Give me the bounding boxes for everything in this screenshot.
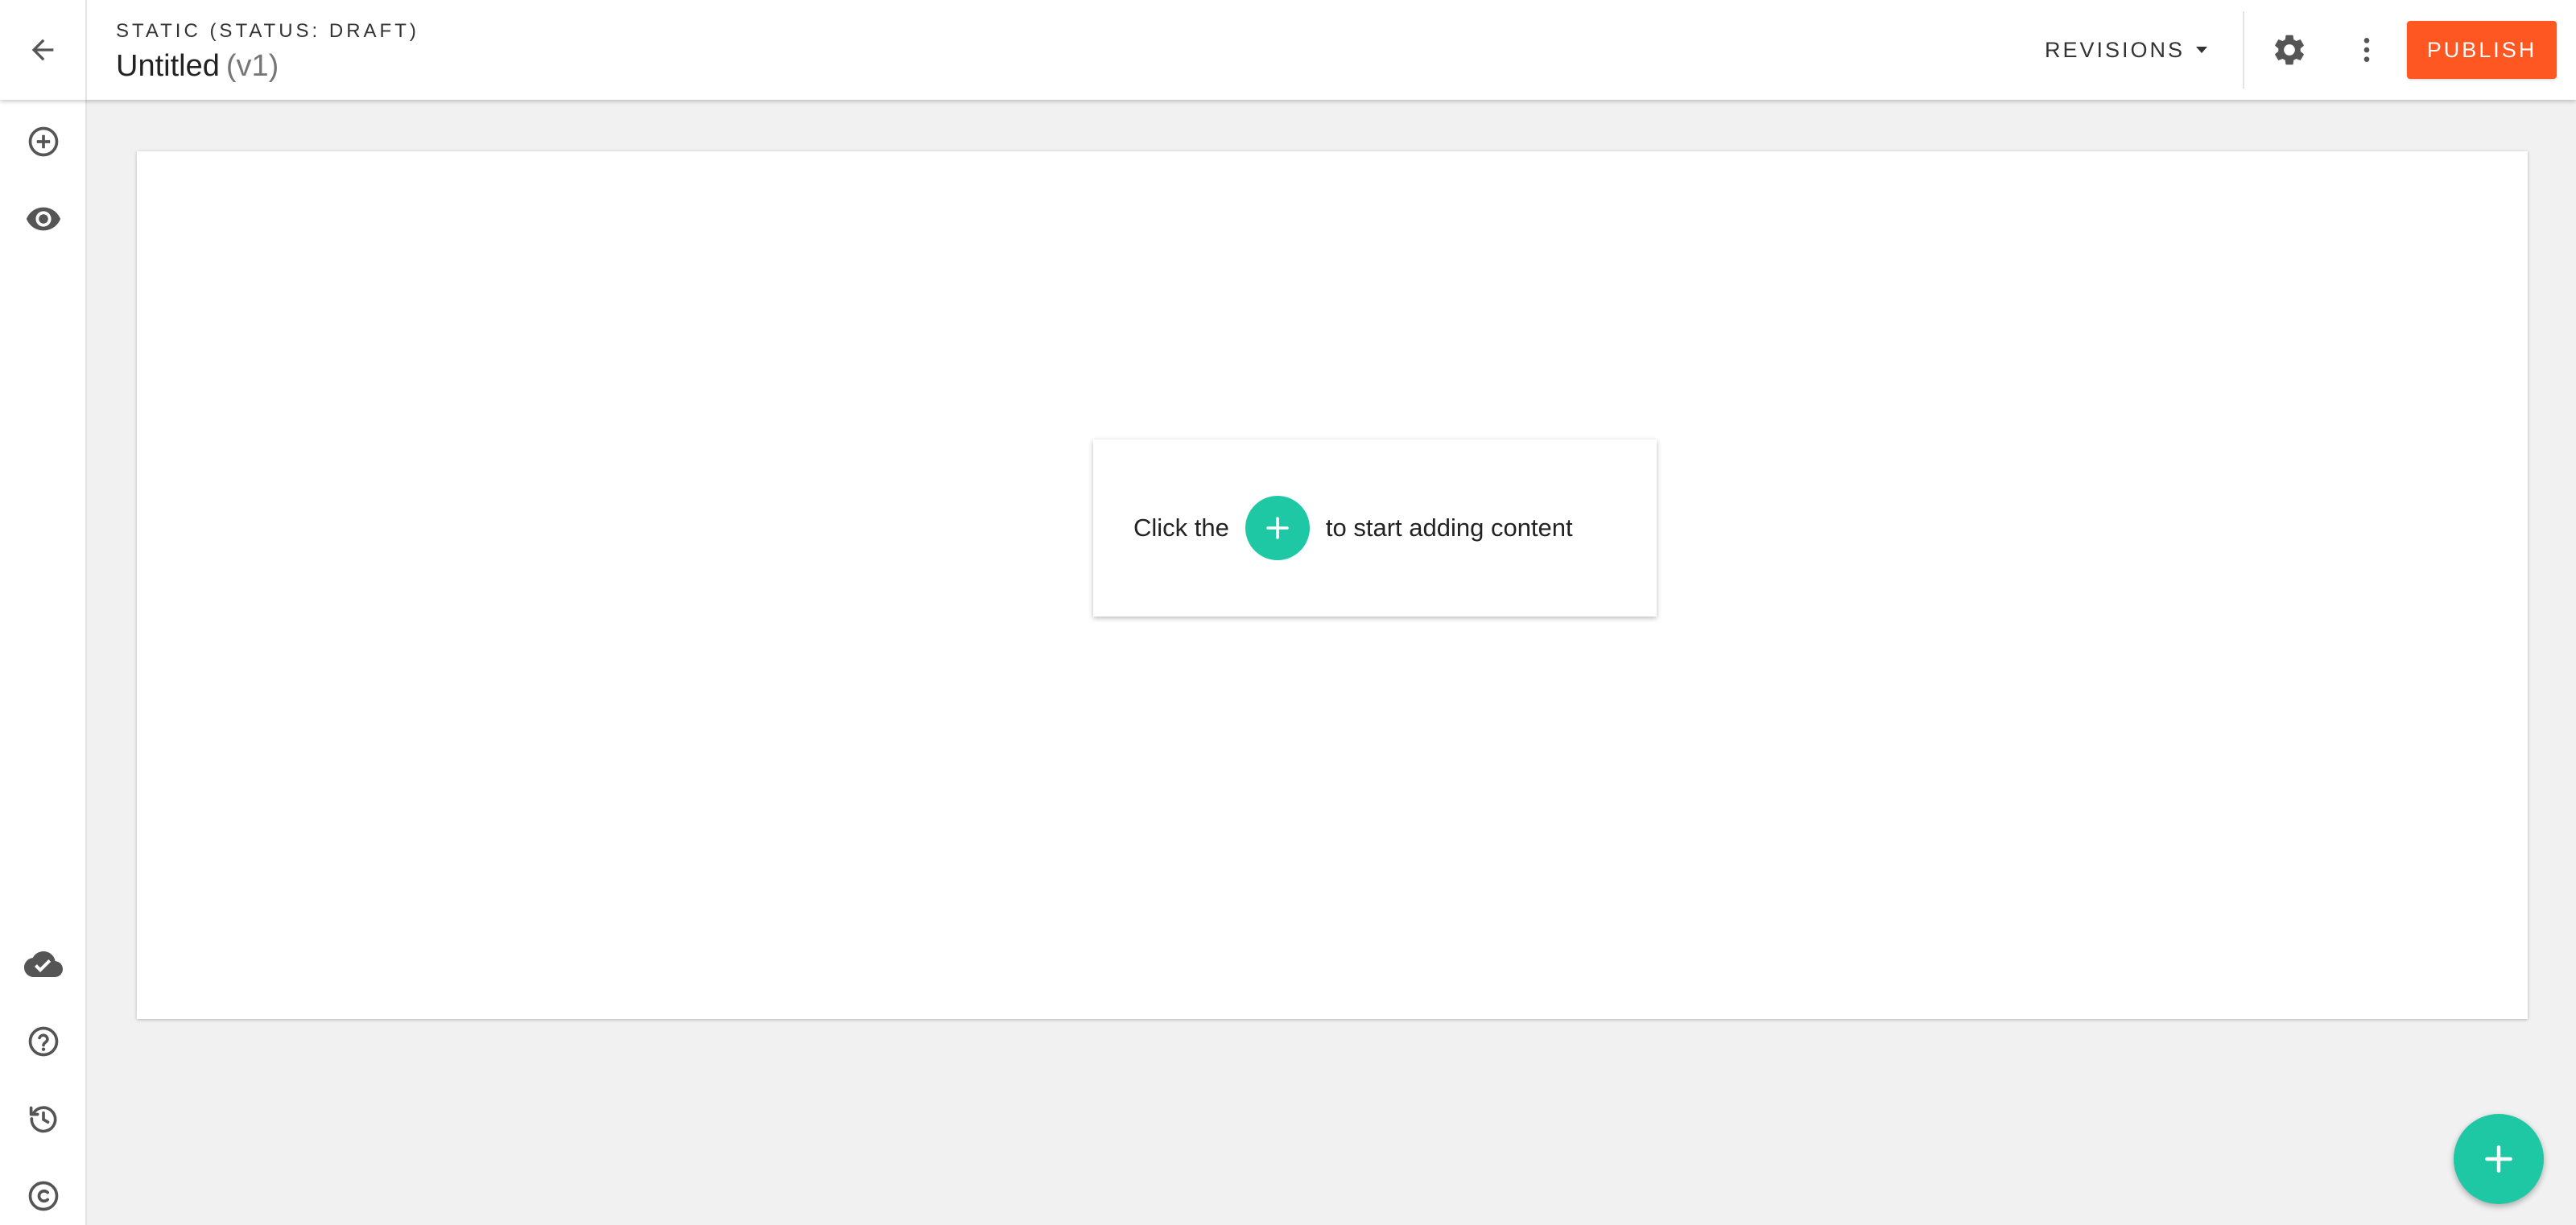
plus-icon — [2481, 1141, 2516, 1177]
add-circle-icon — [26, 124, 61, 159]
arrow-left-icon — [27, 34, 59, 66]
more-vertical-icon — [2351, 34, 2383, 66]
publish-button[interactable]: PUBLISH — [2407, 21, 2557, 79]
gear-icon — [2271, 31, 2308, 68]
eye-icon — [25, 200, 62, 237]
hint-text-after: to start adding content — [1325, 514, 1573, 542]
back-button[interactable] — [0, 0, 87, 100]
more-options-button[interactable] — [2344, 26, 2389, 74]
settings-button[interactable] — [2265, 26, 2314, 74]
help-button[interactable] — [19, 1017, 68, 1066]
history-button[interactable] — [19, 1095, 68, 1143]
help-icon — [26, 1024, 61, 1059]
cloud-check-icon — [24, 945, 63, 984]
saved-status-button[interactable] — [19, 940, 68, 988]
caret-down-icon — [2196, 47, 2208, 53]
page-title[interactable]: Untitled — [116, 49, 220, 83]
revisions-label: REVISIONS — [2045, 37, 2186, 62]
hint-text-before: Click the — [1133, 514, 1229, 542]
revisions-dropdown[interactable]: REVISIONS — [2045, 29, 2208, 71]
empty-state-hint: Click the to start adding content — [1093, 439, 1657, 617]
page-type-label: STATIC (STATUS: DRAFT) — [116, 20, 419, 42]
top-bar: STATIC (STATUS: DRAFT) Untitled (v1) REVI… — [0, 0, 2576, 100]
history-icon — [26, 1101, 61, 1136]
copyright-icon — [26, 1178, 61, 1214]
left-sidebar — [0, 100, 87, 1225]
preview-button[interactable] — [19, 195, 68, 243]
page-title-row: Untitled (v1) — [116, 47, 419, 85]
toolbar-divider — [2243, 11, 2244, 89]
copyright-button[interactable] — [19, 1172, 68, 1220]
plus-icon — [1245, 496, 1310, 560]
add-content-fab[interactable] — [2454, 1114, 2544, 1204]
version-label: (v1) — [225, 49, 279, 83]
page-canvas[interactable]: Click the to start adding content — [137, 151, 2528, 1019]
title-block: STATIC (STATUS: DRAFT) Untitled (v1) — [116, 19, 419, 85]
add-block-button[interactable] — [19, 118, 68, 166]
